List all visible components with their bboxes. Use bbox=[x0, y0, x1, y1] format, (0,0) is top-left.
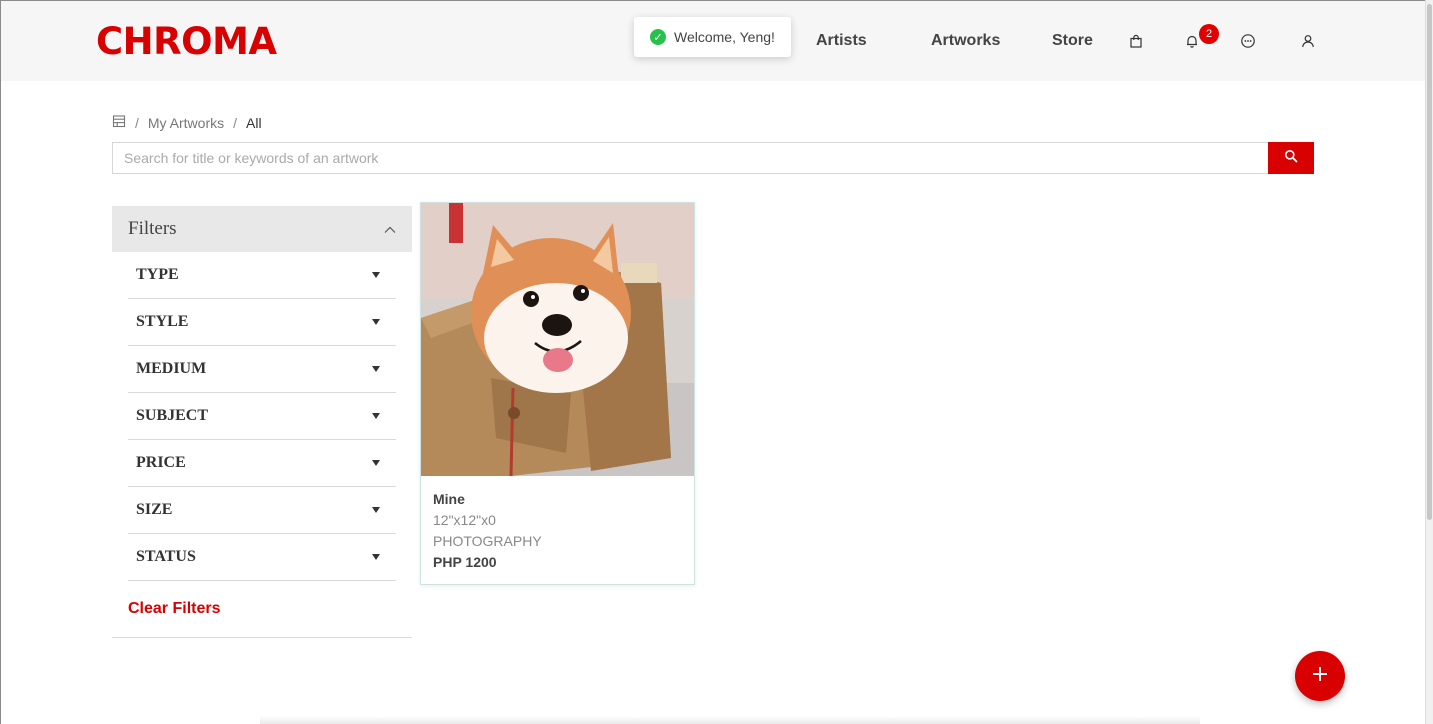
artwork-info: Mine 12"x12"x0 PHOTOGRAPHY PHP 1200 bbox=[421, 476, 694, 586]
artwork-card[interactable]: Mine 12"x12"x0 PHOTOGRAPHY PHP 1200 bbox=[420, 202, 695, 585]
artwork-medium: PHOTOGRAPHY bbox=[433, 533, 542, 549]
add-artwork-button[interactable] bbox=[1295, 651, 1345, 701]
filters-title: Filters bbox=[128, 218, 177, 239]
nav-store[interactable]: Store bbox=[1052, 31, 1093, 51]
toast-message: Welcome, Yeng! bbox=[674, 29, 775, 45]
filter-label: STATUS bbox=[136, 548, 196, 565]
filter-label: TYPE bbox=[136, 266, 179, 283]
breadcrumb: / My Artworks / All bbox=[112, 114, 262, 132]
filter-style[interactable]: STYLE bbox=[128, 299, 396, 346]
notification-badge: 2 bbox=[1199, 24, 1219, 44]
search-icon bbox=[1284, 149, 1298, 168]
filter-label: PRICE bbox=[136, 454, 186, 471]
search-input[interactable] bbox=[113, 143, 1268, 173]
welcome-toast: ✓ Welcome, Yeng! bbox=[634, 17, 791, 57]
filters-panel: Filters TYPE STYLE MEDIUM SUBJECT PRICE … bbox=[112, 206, 412, 638]
filter-size[interactable]: SIZE bbox=[128, 487, 396, 534]
breadcrumb-my-artworks[interactable]: My Artworks bbox=[148, 114, 224, 132]
filter-label: SUBJECT bbox=[136, 407, 209, 424]
user-icon[interactable] bbox=[1299, 32, 1317, 50]
check-circle-icon: ✓ bbox=[650, 29, 666, 45]
chevron-up-icon[interactable] bbox=[384, 218, 396, 240]
artwork-dimensions: 12"x12"x0 bbox=[433, 512, 496, 528]
caret-down-icon bbox=[372, 319, 380, 325]
nav-artworks[interactable]: Artworks bbox=[931, 31, 1000, 51]
filters-header[interactable]: Filters bbox=[112, 206, 412, 252]
artwork-title: Mine bbox=[433, 491, 465, 507]
plus-icon bbox=[1311, 665, 1329, 688]
divider bbox=[260, 716, 1200, 724]
filter-medium[interactable]: MEDIUM bbox=[128, 346, 396, 393]
store-icon[interactable] bbox=[112, 114, 126, 132]
breadcrumb-separator: / bbox=[135, 115, 139, 131]
caret-down-icon bbox=[372, 554, 380, 560]
filter-type[interactable]: TYPE bbox=[128, 252, 396, 299]
filter-label: SIZE bbox=[136, 501, 173, 518]
search-bar bbox=[112, 142, 1314, 174]
scrollbar-thumb[interactable] bbox=[1427, 4, 1432, 520]
breadcrumb-separator: / bbox=[233, 115, 238, 131]
clear-filters-button[interactable]: Clear Filters bbox=[128, 599, 412, 619]
search-button[interactable] bbox=[1268, 142, 1314, 174]
caret-down-icon bbox=[372, 460, 380, 466]
caret-down-icon bbox=[372, 413, 380, 419]
filter-subject[interactable]: SUBJECT bbox=[128, 393, 396, 440]
divider bbox=[112, 637, 412, 638]
caret-down-icon bbox=[372, 507, 380, 513]
nav-artists[interactable]: Artists bbox=[816, 31, 867, 51]
filter-label: MEDIUM bbox=[136, 360, 207, 377]
artwork-image bbox=[421, 203, 694, 476]
filter-status[interactable]: STATUS bbox=[128, 534, 396, 581]
artwork-price: PHP 1200 bbox=[433, 554, 497, 570]
chat-icon[interactable] bbox=[1239, 32, 1257, 50]
app-logo[interactable]: CHROMA bbox=[96, 22, 277, 62]
filter-price[interactable]: PRICE bbox=[128, 440, 396, 487]
breadcrumb-current: All bbox=[246, 115, 262, 131]
caret-down-icon bbox=[372, 366, 380, 372]
caret-down-icon bbox=[372, 272, 380, 278]
filter-label: STYLE bbox=[136, 313, 189, 330]
shopping-bag-icon[interactable] bbox=[1127, 32, 1145, 50]
page-scrollbar[interactable] bbox=[1425, 0, 1433, 724]
